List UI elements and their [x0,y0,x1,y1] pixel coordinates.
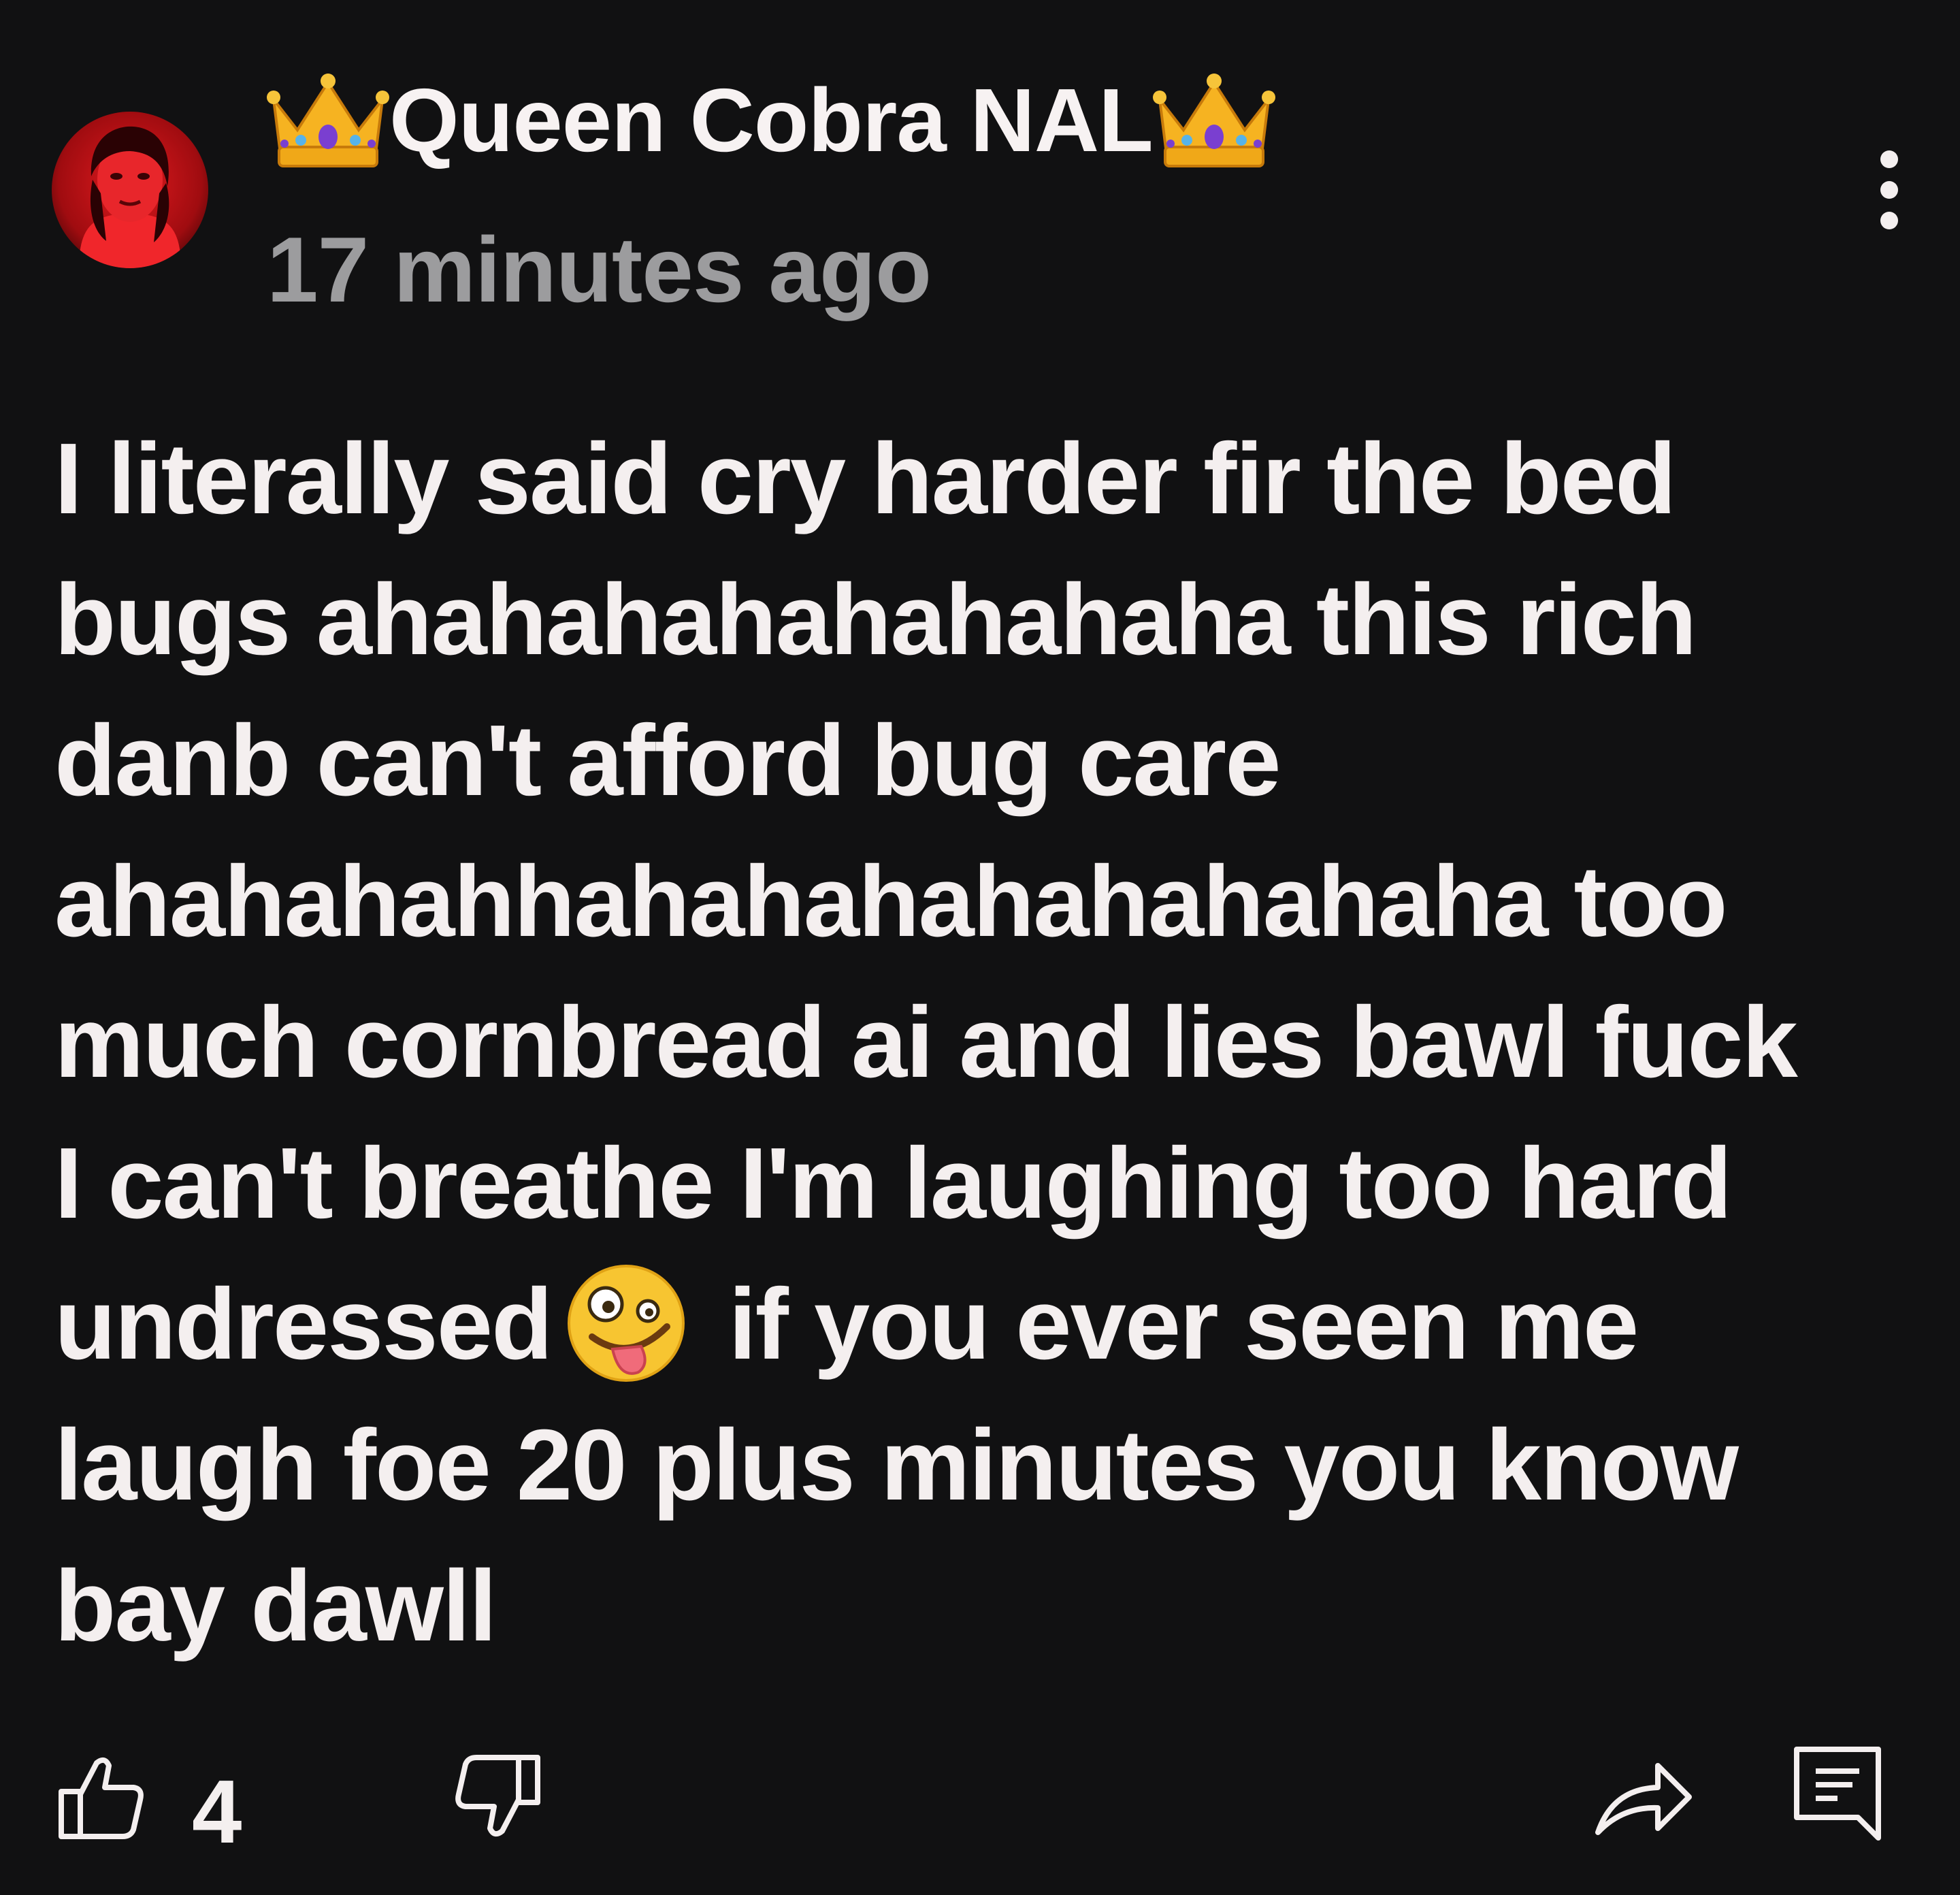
comment-line: I can't breathe I'm laughing too hard [54,1127,1732,1240]
comment-line: danb can't afford bug care [54,704,1281,817]
comment-body: I literally said cry harder fir the bed … [54,408,1906,1677]
reply-button[interactable] [1790,1743,1885,1845]
like-count: 4 [192,1762,242,1862]
crown-emoji-icon [1152,69,1275,171]
comment-line: I literally said cry harder fir the bed [54,423,1676,535]
comment-line: bugs ahahahahahahahaha this rich [54,564,1697,676]
comment-timestamp: 17 minutes ago [267,218,932,321]
thumbs-down-icon [455,1755,540,1837]
avatar-red-portrait-icon [52,112,208,268]
more-vertical-icon [1880,150,1898,229]
avatar[interactable] [52,112,208,268]
comment-line-with-emoji: undressed if you ever seen me [54,1254,1906,1395]
more-options-button[interactable] [1862,146,1916,234]
like-button[interactable] [54,1749,150,1845]
zany-face-emoji-icon [565,1262,687,1384]
share-icon [1595,1763,1692,1835]
comment-line: laugh foe 20 plus minutes you know [54,1409,1739,1521]
dislike-button[interactable] [449,1749,544,1845]
author-name: Queen Cobra NAL [389,69,1154,170]
comment-text: if you ever seen me [728,1268,1639,1380]
comment-actions-bar: 4 [0,1729,1960,1865]
share-button[interactable] [1592,1749,1695,1845]
comment-line: ahahahahhahahahahahahahaha too [54,845,1728,958]
comment-text: undressed [54,1268,553,1380]
thumbs-up-icon [59,1757,144,1839]
comment-line: much cornbread ai and lies bawl fuck [54,986,1798,1099]
comment-line: bay dawll [54,1550,497,1662]
comment-author[interactable]: Queen Cobra NAL [267,65,1275,174]
comment-card: Queen Cobra NAL 17 minutes ago I literal… [0,0,1960,1895]
reply-icon [1794,1747,1881,1841]
crown-emoji-icon [267,69,389,171]
